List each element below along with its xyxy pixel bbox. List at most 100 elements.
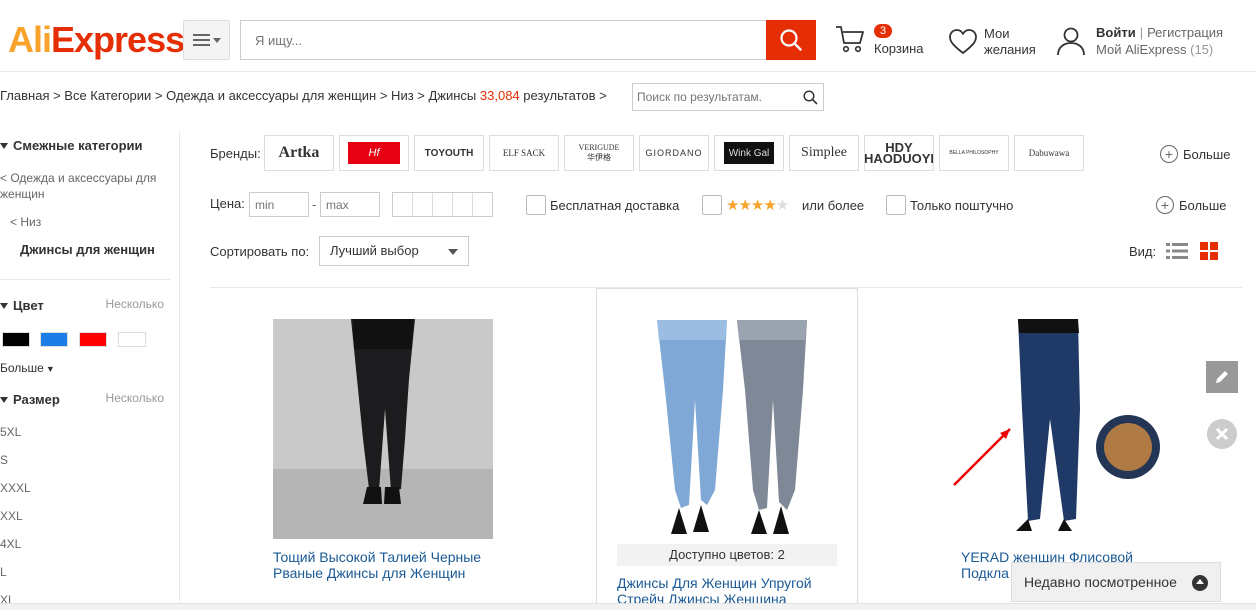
chevron-down-icon: ▼ bbox=[45, 364, 55, 374]
size-option[interactable]: XXL bbox=[0, 508, 23, 524]
cart-icon bbox=[836, 26, 864, 53]
free-shipping-checkbox[interactable] bbox=[526, 195, 546, 215]
search-icon bbox=[780, 29, 802, 51]
search-icon[interactable] bbox=[803, 90, 818, 105]
chevron-up-icon bbox=[1192, 575, 1208, 591]
related-categories-title[interactable]: Смежные категории bbox=[0, 138, 143, 153]
product-title[interactable]: Тощий Высокой Талией Черные Рваные Джинс… bbox=[273, 549, 513, 581]
search-input[interactable] bbox=[241, 21, 767, 59]
my-aliexpress-count: (15) bbox=[1190, 42, 1214, 57]
size-option[interactable]: 5XL bbox=[0, 424, 21, 440]
brand-simplee[interactable]: Simplee bbox=[789, 135, 859, 171]
brand-elf-sack[interactable]: ELF SACK bbox=[489, 135, 559, 171]
results-label: результатов > bbox=[523, 88, 607, 103]
results-count: 33,084 bbox=[479, 88, 520, 103]
caret-down-icon bbox=[212, 37, 221, 43]
price-min-input[interactable] bbox=[249, 192, 309, 217]
available-colors-label: Доступно цветов: 2 bbox=[617, 544, 837, 566]
size-option[interactable]: XXXL bbox=[0, 480, 31, 496]
plus-icon: + bbox=[1156, 196, 1174, 214]
header: AliExpress™ 3 Корзина Моижелания Войти|Р… bbox=[0, 0, 1256, 72]
cart-label: Корзина bbox=[874, 41, 924, 56]
brands-more-button[interactable]: + Больше bbox=[1160, 145, 1231, 163]
chevron-down-icon bbox=[448, 249, 458, 255]
breadcrumb: Главная > Все Категории > Одежда и аксес… bbox=[0, 86, 607, 106]
search-within-input[interactable] bbox=[633, 84, 798, 110]
size-filter-title[interactable]: Размер bbox=[0, 392, 60, 407]
categories-menu-button[interactable] bbox=[183, 20, 230, 60]
heart-icon bbox=[949, 29, 977, 54]
plus-icon: + bbox=[1160, 145, 1178, 163]
brand-verigude[interactable]: VERIGUDE 华伊格 bbox=[564, 135, 634, 171]
user-icon bbox=[1057, 27, 1085, 56]
brand-toyouth[interactable]: TOYOUTH bbox=[414, 135, 484, 171]
brand-wink-gal[interactable]: Wink Gal bbox=[714, 135, 784, 171]
single-item-label[interactable]: Только поштучно bbox=[910, 198, 1013, 213]
product-card[interactable]: Тощий Высокой Талией Черные Рваные Джинс… bbox=[210, 288, 596, 610]
sort-select[interactable]: Лучший выбор bbox=[319, 236, 469, 266]
menu-icon bbox=[192, 34, 210, 46]
edit-button[interactable] bbox=[1206, 361, 1238, 393]
size-multi-select[interactable]: Несколько bbox=[106, 391, 164, 405]
aliexpress-logo[interactable]: AliExpress™ bbox=[8, 20, 193, 60]
price-max-input[interactable] bbox=[320, 192, 380, 217]
color-swatch-white[interactable] bbox=[118, 332, 146, 347]
product-image[interactable] bbox=[617, 320, 837, 540]
wishlist-link[interactable]: Мои желания bbox=[948, 24, 1048, 64]
size-option[interactable]: S bbox=[0, 452, 8, 468]
color-swatch-red[interactable] bbox=[79, 332, 107, 347]
horizontal-scrollbar[interactable] bbox=[0, 603, 1256, 610]
view-label: Вид: bbox=[1129, 244, 1157, 259]
cart-count-badge: 3 bbox=[874, 24, 893, 38]
price-range-histogram[interactable] bbox=[392, 192, 493, 217]
rating-label[interactable]: или более bbox=[802, 198, 864, 213]
color-more-link[interactable]: Больше ▼ bbox=[0, 360, 55, 377]
brand-giordano[interactable]: GIORDANO bbox=[639, 135, 709, 171]
filters-more-button[interactable]: + Больше bbox=[1156, 196, 1227, 214]
size-option[interactable]: L bbox=[0, 564, 7, 580]
parent-category-link[interactable]: < Одежда и аксессуары для женщин bbox=[0, 170, 165, 202]
brand-artka[interactable]: Artka bbox=[264, 135, 334, 171]
wishlist-label-2: желания bbox=[984, 42, 1036, 57]
price-label: Цена: bbox=[210, 196, 245, 211]
brand-hdy[interactable]: HDY HAODUOYI bbox=[864, 135, 934, 171]
brand-dabuwawa[interactable]: Dabuwawa bbox=[1014, 135, 1084, 171]
brand-bella-philosophy[interactable]: BELLA PHILOSOPHY bbox=[939, 135, 1009, 171]
list-view-icon[interactable] bbox=[1166, 242, 1188, 260]
sidebar: Смежные категории < Одежда и аксессуары … bbox=[0, 132, 180, 610]
product-image[interactable] bbox=[940, 319, 1160, 539]
cart-link[interactable]: 3 Корзина bbox=[834, 22, 934, 62]
size-option[interactable]: 4XL bbox=[0, 536, 21, 552]
rating-checkbox[interactable] bbox=[702, 195, 722, 215]
current-category: Джинсы для женщин bbox=[20, 242, 155, 257]
brands-label: Бренды: bbox=[210, 146, 261, 161]
my-aliexpress-link[interactable]: Мой AliExpress bbox=[1096, 42, 1187, 57]
search-button[interactable] bbox=[766, 20, 816, 60]
triangle-down-icon bbox=[0, 397, 8, 403]
account-area: Войти | Регистрация Мой AliExpress (15) bbox=[1056, 24, 1256, 64]
register-link[interactable]: Регистрация bbox=[1147, 25, 1223, 40]
free-shipping-label[interactable]: Бесплатная доставка bbox=[550, 198, 679, 213]
sort-label: Сортировать по: bbox=[210, 244, 310, 259]
triangle-down-icon bbox=[0, 303, 8, 309]
breadcrumb-path[interactable]: Главная > Все Категории > Одежда и аксес… bbox=[0, 88, 476, 103]
recently-viewed-panel[interactable]: Недавно посмотренное bbox=[1011, 562, 1221, 602]
sub-category-link[interactable]: < Низ bbox=[10, 214, 41, 230]
color-swatch-black[interactable] bbox=[2, 332, 30, 347]
grid-view-icon[interactable] bbox=[1200, 242, 1218, 260]
close-button[interactable] bbox=[1206, 418, 1238, 450]
single-item-checkbox[interactable] bbox=[886, 195, 906, 215]
four-stars-icon: ★★★★★ bbox=[726, 197, 789, 214]
product-image[interactable] bbox=[273, 319, 493, 539]
search-bar bbox=[240, 20, 816, 60]
wishlist-label-1: Мои bbox=[984, 26, 1010, 41]
product-card[interactable]: Доступно цветов: 2 Джинсы Для Женщин Упр… bbox=[596, 288, 858, 610]
brand-hf[interactable]: Hf bbox=[339, 135, 409, 171]
close-icon bbox=[1207, 419, 1237, 449]
color-filter-title[interactable]: Цвет bbox=[0, 298, 44, 313]
triangle-down-icon bbox=[0, 143, 8, 149]
color-multi-select[interactable]: Несколько bbox=[106, 297, 164, 311]
login-link[interactable]: Войти bbox=[1096, 25, 1136, 40]
pencil-icon bbox=[1216, 371, 1228, 383]
color-swatch-blue[interactable] bbox=[40, 332, 68, 347]
